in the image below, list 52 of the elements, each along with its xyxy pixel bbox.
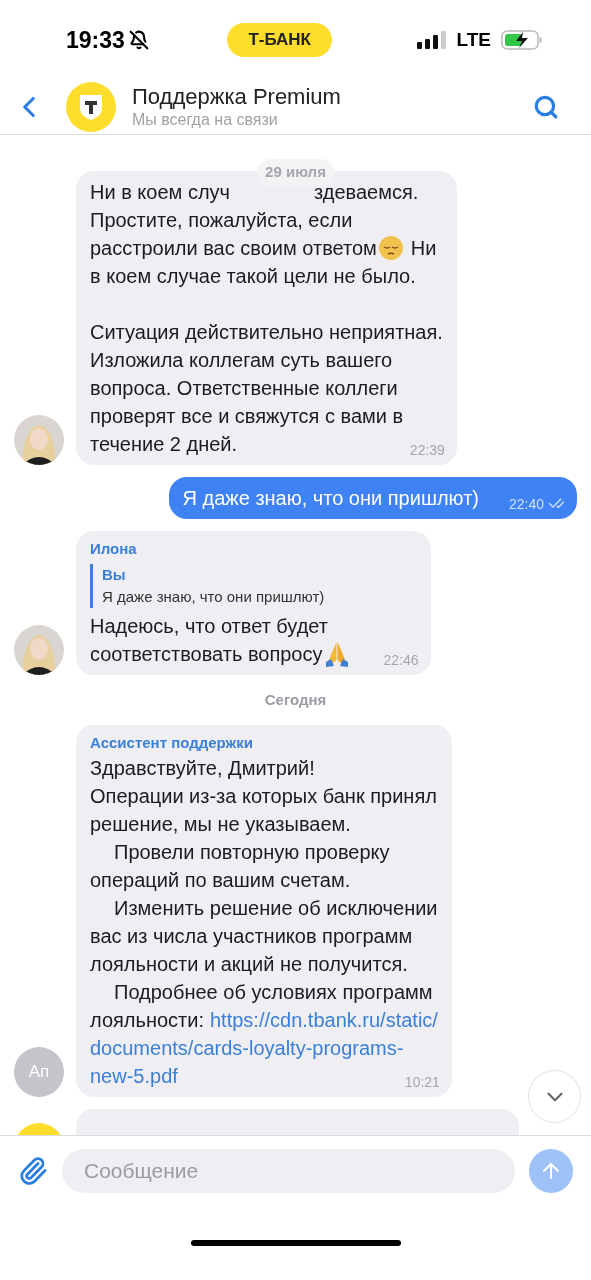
message-text: решение, мы не указываем. [90,812,351,837]
signal-icon [416,30,447,50]
message-text: Надеюсь, что ответ будет [90,613,328,639]
network-type: LTE [456,27,491,52]
reply-text: Я даже знаю, что они пришлют) [102,586,326,607]
message-text: соответствовать вопросу [90,641,323,667]
reply-author: Вы [102,564,127,585]
message-time: 22:46 [383,650,419,669]
message-text: лояльности: [90,1008,204,1033]
avatar [14,414,64,465]
message-text: в коем случае такой цели не было. [90,263,416,289]
bank-logo-icon [66,82,116,132]
message-text: операций по вашим счетам. [90,868,351,893]
message-text: расстроили вас своим ответом [90,235,377,261]
message-text: Здравствуйте, Дмитрий! [90,756,315,781]
date-chip: 29 июля [257,159,334,186]
message-text: Ни в коем случ [90,179,230,205]
message-text: Операции из-за которых банк принял [90,784,437,809]
status-time: 19:33 [66,25,125,55]
chat-subtitle: Мы всегда на связи [132,110,279,130]
message-text: Провели повторную проверку [114,840,390,865]
carrier-badge: Т-БАНК [227,23,332,57]
link[interactable]: new-5.pdf [90,1062,178,1090]
date-divider: Сегодня [264,689,327,710]
message-text: течение 2 дней. [90,431,238,457]
message-text: Я даже знаю, что они пришлют) [182,485,479,511]
avatar [14,624,64,675]
message-text: Ситуация действительно неприятная. [90,319,443,345]
sender-name: Ассистент поддержки [90,733,254,753]
sender-name: Илона [90,538,138,559]
message-text: Ни [410,235,437,261]
message-text: Изложила коллегам суть вашего [90,347,393,373]
pensive-emoji-icon [377,234,404,261]
battery-charging-icon [501,29,543,51]
bell-off-icon [128,30,149,50]
message-field[interactable]: Сообщение [62,1148,515,1193]
message-text: Простите, пожалуйста, если [90,207,353,233]
chat-title: Поддержка Premium [132,84,342,110]
message-time: 22:39 [409,440,445,459]
message-text: Подробнее об условиях программ [114,980,433,1005]
avatar: Ап [14,1047,64,1097]
search-icon[interactable] [533,94,559,120]
link[interactable]: https://cdn.tbank.ru/static/ [210,1006,438,1034]
message-text: вопроса. Ответственные коллеги [90,375,398,401]
message-time: 10:21 [404,1073,440,1091]
attach-icon[interactable] [18,1155,48,1186]
message-text: Изменить решение об исключении [114,896,438,921]
message-time: 22:40 [508,494,544,513]
link[interactable]: documents/cards-loyalty-programs- [90,1034,404,1062]
message-text: лояльности и акций не получится. [90,952,408,977]
message-text: проверят все и свяжутся с вами в [90,403,404,429]
message-text: вас из числа участников программ [90,924,413,949]
